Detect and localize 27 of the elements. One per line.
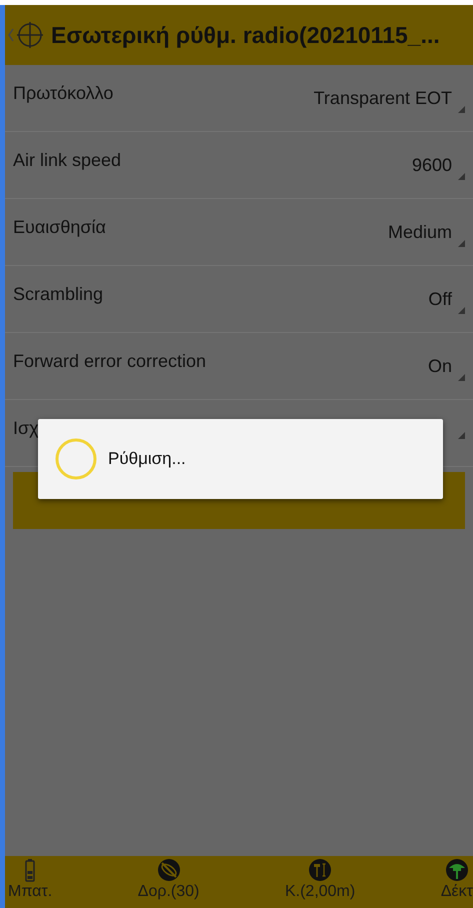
caret-icon bbox=[458, 374, 465, 380]
receiver-icon bbox=[444, 858, 469, 882]
setting-dropdown[interactable]: Off bbox=[428, 288, 452, 310]
setting-dropdown[interactable]: Transparent EOT bbox=[314, 88, 452, 108]
caret-icon bbox=[458, 106, 465, 112]
setting-dropdown[interactable]: Medium bbox=[388, 222, 452, 242]
screen-title: Εσωτερική ρύθμ. radio(20210115_... bbox=[51, 22, 440, 48]
setting-dropdown[interactable]: On bbox=[428, 356, 452, 376]
setting-label: Scrambling bbox=[13, 284, 104, 304]
setting-label: Forward error correction bbox=[13, 350, 206, 372]
caret-icon bbox=[458, 172, 465, 180]
bottom-tab[interactable]: Κ.(2,00m) bbox=[284, 856, 356, 908]
setting-label: Ισχ bbox=[13, 418, 39, 438]
caret-icon bbox=[458, 240, 465, 246]
caret-icon bbox=[458, 306, 465, 314]
setting-label: Ευαισθησία bbox=[13, 216, 106, 238]
battery-icon bbox=[25, 858, 36, 882]
bottom-tab[interactable]: Μπατ. bbox=[8, 856, 52, 908]
crosshair-icon bbox=[17, 22, 43, 48]
spinner-icon bbox=[54, 437, 98, 481]
setting-dropdown[interactable]: 9600 bbox=[412, 154, 452, 176]
dialog-message: Ρύθμιση... bbox=[108, 449, 186, 469]
bottom-tab[interactable]: Δέκτ bbox=[440, 856, 473, 908]
bottom-tab[interactable]: Δορ.(30) bbox=[138, 856, 200, 908]
setting-label: Πρωτόκολλο bbox=[13, 82, 114, 104]
caret-icon bbox=[458, 432, 465, 438]
setting-label: Air link speed bbox=[13, 150, 122, 170]
